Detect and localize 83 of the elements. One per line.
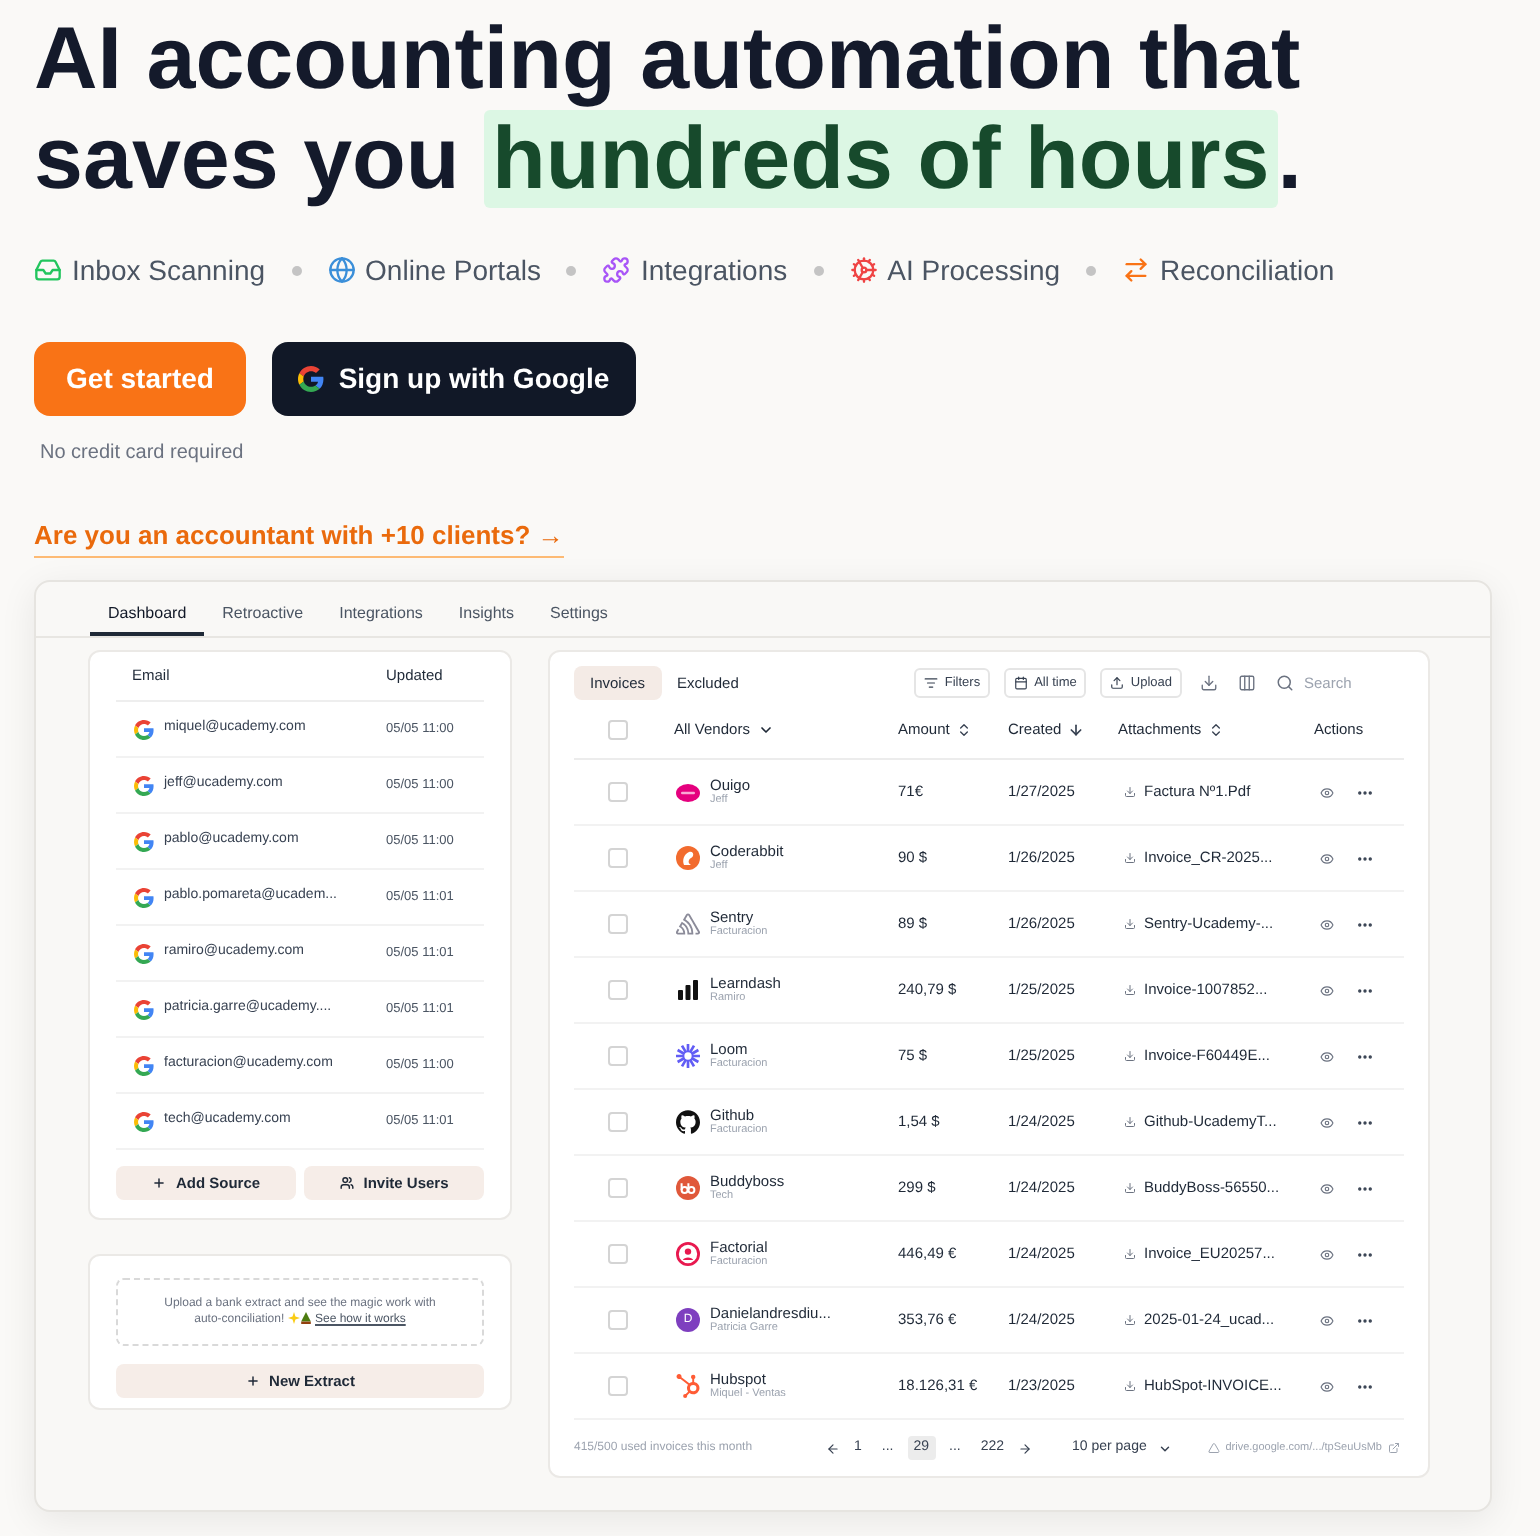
checkbox[interactable] [608, 1046, 628, 1066]
checkbox[interactable] [608, 1112, 628, 1132]
eye-icon[interactable] [1320, 1049, 1334, 1063]
feature-label: Inbox Scanning [72, 251, 266, 290]
sparkle-icon [287, 1312, 300, 1324]
dot-separator-icon [566, 265, 577, 275]
filter-icon [924, 676, 939, 690]
dashboard-tab[interactable]: Insights [440, 596, 532, 636]
columns-icon[interactable] [1238, 674, 1256, 692]
download-icon [1124, 984, 1136, 996]
eye-icon[interactable] [1320, 917, 1334, 931]
download-icon[interactable] [1200, 674, 1218, 692]
google-g-icon [134, 775, 154, 795]
google-g-icon [134, 887, 154, 907]
eye-icon[interactable] [1320, 1379, 1334, 1393]
vendor-logo-icon [676, 1110, 700, 1134]
checkbox[interactable] [608, 980, 628, 1000]
checkbox[interactable] [608, 1178, 628, 1198]
figure-icon [299, 1312, 312, 1324]
google-g-icon [134, 831, 154, 851]
vendor-logo-icon [676, 783, 700, 801]
dashboard-tab[interactable]: Integrations [321, 596, 441, 636]
eye-icon[interactable] [1320, 785, 1334, 799]
plus-icon [151, 1176, 166, 1190]
google-g-icon [298, 366, 325, 392]
dashboard-tab[interactable]: Retroactive [204, 596, 322, 636]
dashboard-tab[interactable]: Dashboard [90, 596, 205, 636]
chevron-down-icon [1158, 1441, 1173, 1455]
vendor-logo-icon [676, 846, 700, 870]
download-icon [1124, 852, 1136, 864]
feature-label: Online Portals [365, 251, 541, 289]
plus-icon [245, 1374, 260, 1388]
search-icon[interactable] [1276, 674, 1294, 692]
arrow-right-icon[interactable] [1018, 1441, 1033, 1455]
checkbox[interactable] [608, 1310, 628, 1330]
eye-icon[interactable] [1320, 1247, 1334, 1261]
download-icon [1124, 1248, 1136, 1260]
google-g-icon [134, 1111, 154, 1131]
download-icon [1124, 918, 1136, 930]
calendar-icon [1014, 676, 1029, 690]
vendor-logo-icon [676, 1242, 700, 1266]
google-signup-button[interactable]: Sign up with Google [272, 342, 636, 416]
download-icon [1124, 786, 1136, 798]
eye-icon[interactable] [1320, 1313, 1334, 1327]
upload-icon [1110, 676, 1125, 690]
download-icon [1124, 1182, 1136, 1194]
dot-separator-icon [813, 265, 824, 275]
download-icon [1124, 1314, 1136, 1326]
dot-separator-icon [291, 265, 302, 275]
dot-separator-icon [1086, 265, 1097, 275]
external-link-icon [1388, 1442, 1400, 1454]
checkbox[interactable] [608, 782, 628, 802]
checkbox[interactable] [608, 848, 628, 868]
no-credit-card-note: No credit card required [40, 440, 244, 468]
checkbox[interactable] [608, 719, 628, 739]
checkbox[interactable] [608, 1244, 628, 1264]
google-g-icon [134, 999, 154, 1019]
arrow-left-icon[interactable] [826, 1441, 840, 1455]
checkbox[interactable] [608, 914, 628, 934]
vendor-logo-icon [676, 912, 700, 936]
feature-label: AI Processing [887, 251, 1061, 290]
dashboard-tab[interactable]: Settings [532, 596, 626, 636]
vendor-logo-icon [676, 1044, 700, 1068]
checkbox[interactable] [608, 1376, 628, 1396]
download-icon [1124, 1380, 1136, 1392]
vendor-logo-icon [676, 1374, 700, 1398]
google-g-icon [134, 943, 154, 963]
feature-label: Integrations [640, 251, 788, 290]
google-g-icon [134, 719, 154, 739]
eye-icon[interactable] [1320, 983, 1334, 997]
triangle-icon [1207, 1442, 1220, 1454]
eye-icon[interactable] [1320, 1181, 1334, 1195]
chevron-down-icon [757, 721, 774, 737]
users-icon [339, 1176, 354, 1190]
download-icon [1124, 1050, 1136, 1062]
eye-icon[interactable] [1320, 1115, 1334, 1129]
feature-label: Reconciliation [1160, 251, 1335, 289]
headline: AI accounting automation that saves you hundreds of hours. [34, 10, 1304, 210]
vendor-logo-icon [676, 1176, 700, 1200]
google-g-icon [134, 1055, 154, 1075]
vendor-logo-icon [676, 978, 700, 1002]
eye-icon[interactable] [1320, 851, 1334, 865]
download-icon [1124, 1116, 1136, 1128]
